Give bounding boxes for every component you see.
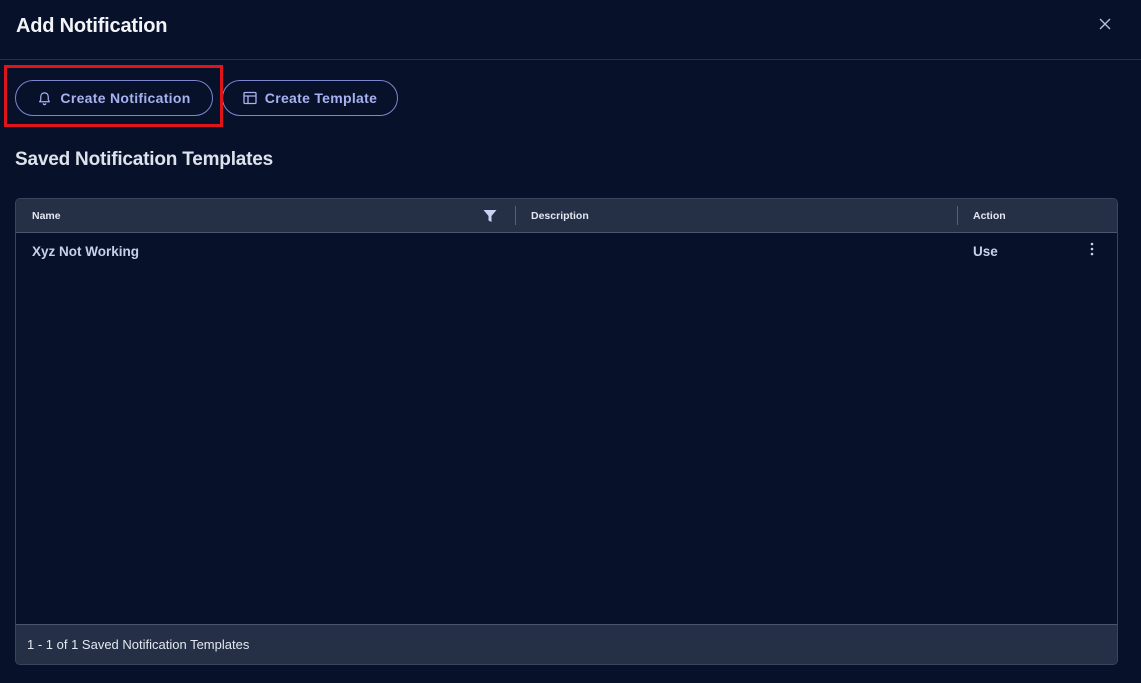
create-template-button[interactable]: Create Template — [222, 80, 398, 116]
dialog-title: Add Notification — [16, 15, 168, 37]
column-header-description[interactable]: Description — [531, 199, 589, 232]
more-vertical-icon[interactable] — [1084, 239, 1100, 259]
filter-icon[interactable] — [482, 208, 498, 224]
row-name: Xyz Not Working — [32, 243, 140, 259]
table-header: Name Description Action — [16, 199, 1117, 233]
dialog-header: Add Notification — [0, 0, 1141, 60]
bell-icon — [37, 91, 52, 106]
create-notification-label: Create Notification — [60, 90, 191, 106]
column-header-action: Action — [973, 209, 1006, 222]
close-icon — [1099, 18, 1111, 30]
use-button[interactable]: Use — [973, 233, 998, 269]
table-footer: 1 - 1 of 1 Saved Notification Templates — [16, 624, 1117, 664]
create-notification-button[interactable]: Create Notification — [15, 80, 213, 116]
create-template-label: Create Template — [264, 90, 378, 106]
close-button[interactable] — [1094, 13, 1116, 35]
table-row[interactable]: Xyz Not Working Use — [16, 233, 1117, 269]
column-divider[interactable] — [515, 206, 516, 225]
template-icon — [243, 91, 257, 105]
column-divider[interactable] — [957, 206, 958, 225]
section-title: Saved Notification Templates — [15, 149, 273, 170]
pagination-summary: 1 - 1 of 1 Saved Notification Templates — [27, 637, 250, 652]
templates-table: Name Description Action Xyz Not Working … — [15, 198, 1118, 665]
column-header-name[interactable]: Name — [32, 199, 61, 232]
